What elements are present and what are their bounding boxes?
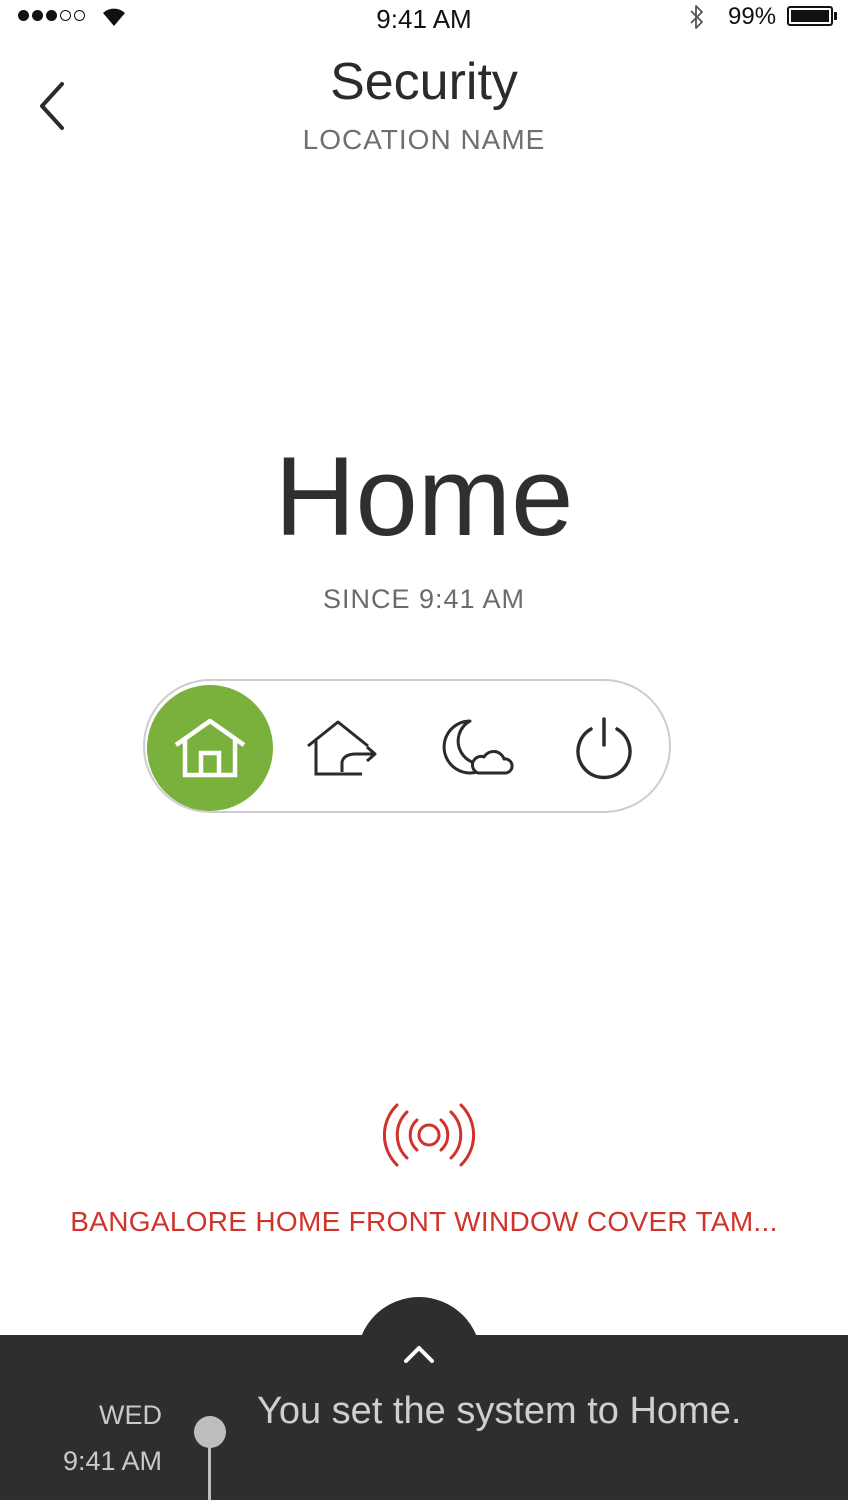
battery-nub <box>834 12 837 20</box>
bluetooth-icon <box>690 5 703 29</box>
location-name: LOCATION NAME <box>302 124 546 155</box>
power-icon <box>576 717 632 780</box>
home-icon <box>174 718 246 778</box>
mode-night-button[interactable] <box>411 685 537 811</box>
mode-off-button[interactable] <box>541 685 667 811</box>
timeline-dot <box>194 1416 226 1448</box>
current-mode: Home <box>274 434 574 559</box>
battery-icon <box>787 6 833 26</box>
page-title: Security <box>330 53 518 111</box>
mode-since: SINCE 9:41 AM <box>322 584 526 614</box>
event-message: You set the system to Home. <box>257 1390 742 1432</box>
event-time: 9:41 AM <box>62 1446 162 1476</box>
mode-away-button[interactable] <box>281 685 407 811</box>
away-icon <box>307 720 377 776</box>
status-bar: 9:41 AM 99% <box>0 0 848 36</box>
alarm-signal-icon[interactable] <box>383 1100 475 1170</box>
moon-cloud-icon <box>442 719 514 775</box>
mode-selector <box>143 679 671 813</box>
alert-message[interactable]: BANGALORE HOME FRONT WINDOW COVER TAM... <box>0 1206 848 1238</box>
event-day: WED <box>99 1400 162 1430</box>
mode-home-button[interactable] <box>147 685 273 811</box>
battery-percent: 99% <box>728 3 777 30</box>
chevron-up-icon[interactable] <box>400 1341 438 1367</box>
status-time: 9:41 AM <box>376 4 472 34</box>
